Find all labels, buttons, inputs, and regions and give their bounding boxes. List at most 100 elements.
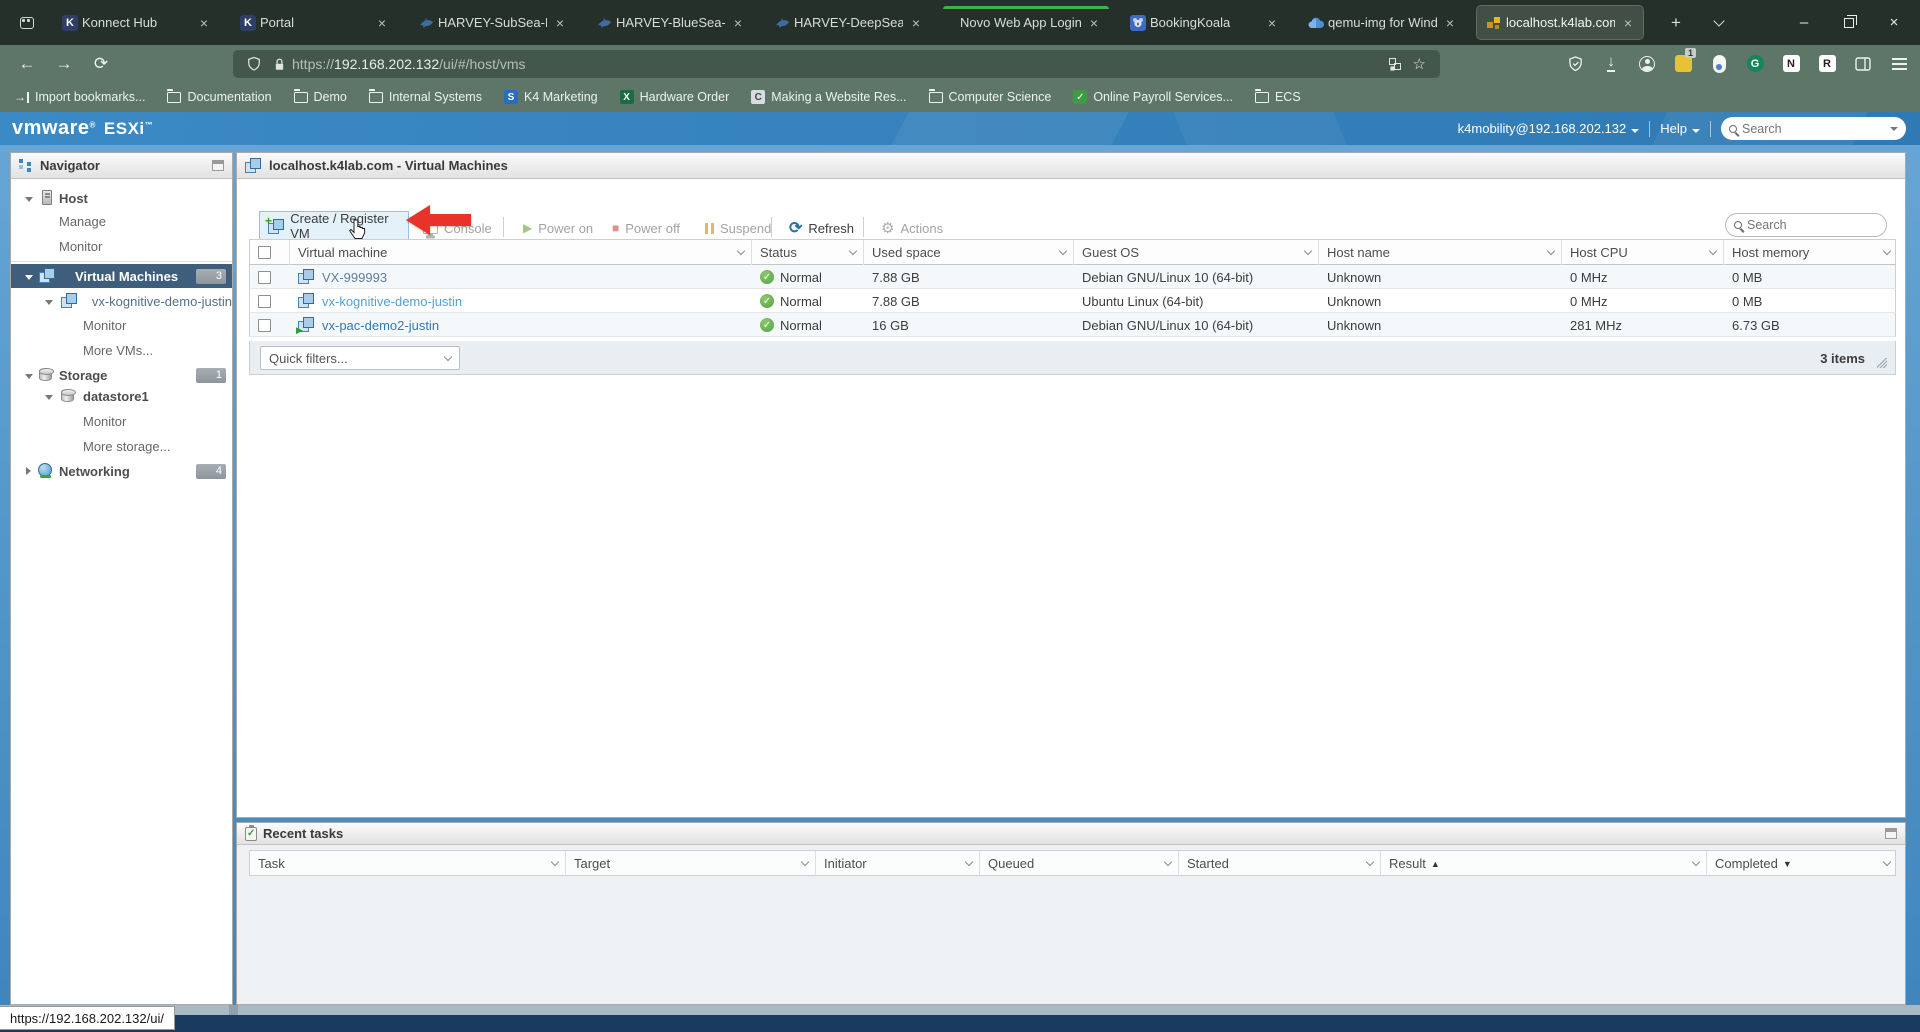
column-header[interactable]: Initiator <box>816 851 980 876</box>
grammarly-extension-icon[interactable]: G <box>1742 51 1768 77</box>
tab-close-icon[interactable]: × <box>551 14 569 32</box>
window-restore-button[interactable] <box>1828 0 1870 45</box>
vm-search-input[interactable] <box>1747 218 1878 232</box>
sidebar-item-more-vms[interactable]: More VMs... <box>11 338 232 362</box>
column-header[interactable]: Host CPU <box>1562 240 1724 265</box>
tab-qemu-img[interactable]: qemu-img for Window × <box>1299 6 1465 39</box>
column-header[interactable]: Host name <box>1319 240 1562 265</box>
refresh-button[interactable]: ⟳Refresh <box>789 215 854 241</box>
caret-icon[interactable] <box>25 374 33 379</box>
chevron-down-icon[interactable] <box>1709 247 1717 255</box>
bookmark-computer-science[interactable]: Computer Science <box>929 90 1052 104</box>
tab-close-icon[interactable]: × <box>195 14 213 32</box>
checkbox[interactable] <box>258 319 271 332</box>
caret-icon[interactable] <box>25 275 33 280</box>
vm-name-link[interactable]: vx-pac-demo2-justin <box>322 318 439 333</box>
forward-button[interactable]: → <box>49 49 79 78</box>
column-header[interactable]: Used space <box>864 240 1074 265</box>
column-header[interactable]: Completed▼ <box>1707 851 1897 876</box>
chevron-down-icon[interactable] <box>801 858 809 866</box>
bookmark-internal-systems[interactable]: Internal Systems <box>369 90 482 104</box>
column-header[interactable]: Task <box>250 851 566 876</box>
sidebar-item-host-monitor[interactable]: Monitor <box>11 234 232 258</box>
tab-close-icon[interactable]: × <box>1441 14 1459 32</box>
caret-icon[interactable] <box>45 395 53 400</box>
create-register-vm-button[interactable]: + Create / Register VM <box>259 211 409 241</box>
panel-restore-icon[interactable] <box>1885 828 1897 839</box>
back-button[interactable]: ← <box>12 49 42 78</box>
url-bar[interactable]: https://192.168.202.132/ui/#/host/vms ☆ <box>233 50 1440 78</box>
chevron-down-icon[interactable] <box>551 858 559 866</box>
chevron-down-icon[interactable] <box>1883 247 1891 255</box>
column-header[interactable]: Queued <box>980 851 1179 876</box>
tab-harvey-bluesea[interactable]: HARVEY-BlueSea-ES12 × <box>587 6 753 39</box>
sidebar-item-host[interactable]: Host <box>11 186 232 210</box>
sidebar-item-vm-monitor[interactable]: Monitor <box>11 313 232 337</box>
sidebar-item-host-manage[interactable]: Manage <box>11 209 232 233</box>
tab-close-icon[interactable]: × <box>907 14 925 32</box>
firefox-view-button[interactable] <box>14 10 40 36</box>
window-close-button[interactable]: × <box>1873 0 1915 45</box>
tab-close-icon[interactable]: × <box>1619 14 1637 32</box>
bookmark-hardware-order[interactable]: XHardware Order <box>620 90 730 104</box>
chevron-down-icon[interactable] <box>849 247 857 255</box>
caret-icon[interactable] <box>25 197 33 202</box>
r-extension-icon[interactable]: R <box>1814 51 1840 77</box>
tracking-shield-icon[interactable] <box>247 56 261 72</box>
sidebar-item-storage-monitor[interactable]: Monitor <box>11 409 232 433</box>
bookmark-online-payroll[interactable]: ✓Online Payroll Services... <box>1073 90 1233 104</box>
bottom-splitter[interactable] <box>0 1005 1920 1015</box>
bookmark-ecs[interactable]: ECS <box>1255 90 1301 104</box>
chevron-down-icon[interactable] <box>1692 858 1700 866</box>
user-menu[interactable]: k4mobility@192.168.202.132 <box>1458 121 1640 136</box>
tab-close-icon[interactable]: × <box>373 14 391 32</box>
bookmark-import[interactable]: →Import bookmarks... <box>14 90 145 104</box>
column-header[interactable]: Host memory <box>1724 240 1897 265</box>
chevron-down-icon[interactable] <box>1059 247 1067 255</box>
chevron-down-icon[interactable] <box>1304 247 1312 255</box>
sidebar-item-datastore1[interactable]: datastore1 <box>11 384 232 408</box>
caret-icon[interactable] <box>45 300 53 305</box>
header-search[interactable] <box>1721 117 1906 140</box>
chevron-down-icon[interactable] <box>1164 858 1172 866</box>
quick-filters-dropdown[interactable]: Quick filters... <box>260 346 460 370</box>
chevron-down-icon[interactable] <box>1366 858 1374 866</box>
chevron-down-icon[interactable] <box>737 247 745 255</box>
tab-novo-login[interactable]: Novo Web App Login × <box>943 6 1109 39</box>
checkbox[interactable] <box>258 271 271 284</box>
tab-konnect-hub[interactable]: K Konnect Hub × <box>53 6 219 39</box>
page-action-icon[interactable] <box>1389 58 1401 70</box>
table-row[interactable]: vx-kognitive-demo-justin ✓Normal 7.88 GB… <box>249 289 1896 313</box>
sidebar-item-vx-kognitive[interactable]: vx-kognitive-demo-justin <box>11 289 232 313</box>
bookmark-demo[interactable]: Demo <box>294 90 347 104</box>
column-header-sorted[interactable]: Result▲ <box>1381 851 1707 876</box>
table-row[interactable]: VX-999993 ✓Normal 7.88 GB Debian GNU/Lin… <box>249 265 1896 289</box>
help-menu[interactable]: Help <box>1660 121 1700 136</box>
tab-list-button[interactable] <box>1706 10 1732 36</box>
tab-bookingkoala[interactable]: BookingKoala × <box>1121 6 1287 39</box>
notion-extension-icon[interactable]: N <box>1778 51 1804 77</box>
tab-portal[interactable]: K Portal × <box>231 6 397 39</box>
vm-search[interactable] <box>1725 213 1887 237</box>
downloads-button[interactable]: ↓ <box>1598 51 1624 77</box>
window-minimize-button[interactable]: – <box>1783 0 1825 45</box>
sidebar-item-networking[interactable]: Networking4 <box>11 459 232 483</box>
checkbox[interactable] <box>258 246 271 259</box>
column-header[interactable]: Started <box>1179 851 1381 876</box>
chevron-down-icon[interactable] <box>1883 858 1891 866</box>
vm-name-link[interactable]: vx-kognitive-demo-justin <box>322 294 462 309</box>
bookmark-making-website[interactable]: CMaking a Website Res... <box>751 90 906 104</box>
menu-hamburger-icon[interactable] <box>1886 51 1912 77</box>
table-row[interactable]: ▶vx-pac-demo2-justin ✓Normal 16 GB Debia… <box>249 313 1896 337</box>
column-header[interactable]: Target <box>566 851 816 876</box>
panel-collapse-icon[interactable] <box>212 160 224 171</box>
caret-icon[interactable] <box>26 467 31 475</box>
pill-extension-icon[interactable] <box>1706 51 1732 77</box>
reload-button[interactable]: ⟳ <box>86 49 116 78</box>
bookmark-star-icon[interactable]: ☆ <box>1413 55 1426 73</box>
column-header[interactable]: Guest OS <box>1074 240 1319 265</box>
sidebar-item-more-storage[interactable]: More storage... <box>11 434 232 458</box>
tab-localhost-esxi-active[interactable]: localhost.k4lab.com - V × <box>1477 6 1643 39</box>
account-icon[interactable] <box>1634 51 1660 77</box>
tab-close-icon[interactable]: × <box>729 14 747 32</box>
